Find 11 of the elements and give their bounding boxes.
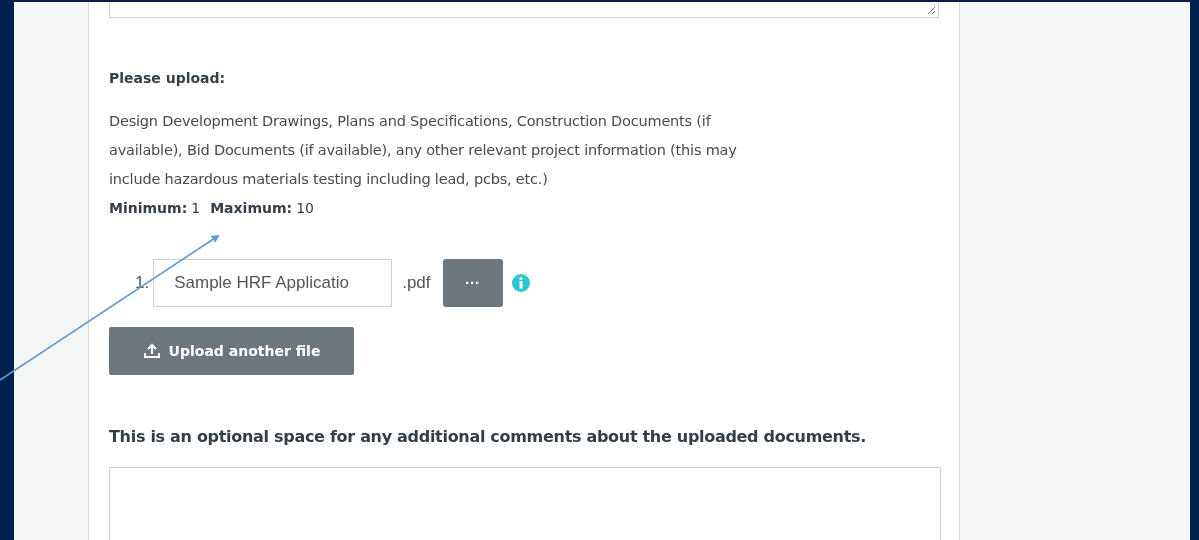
file-name-field[interactable]: Sample HRF Applicatio (153, 259, 393, 307)
limit-value: 1 (191, 199, 201, 218)
limit-label: Maximum: (210, 199, 293, 218)
limit-label: Minimum: (109, 199, 188, 218)
file-extension: .pdf (402, 272, 431, 295)
question-title: Please upload: (109, 69, 227, 88)
more-button[interactable]: ··· (442, 259, 503, 307)
limit-value: 10 (296, 199, 314, 218)
question-description: Design Development Drawings, Plans and Specifications, Construction Documents (if available), Bid Documents (if available), any other relevant project information (this may include hazardous materials testing including lead, pcbs, etc.) (109, 112, 738, 189)
question-title: This is an optional space for any additional comments about the uploaded documents. (109, 426, 867, 448)
upload-button[interactable]: Upload another file (109, 327, 354, 375)
